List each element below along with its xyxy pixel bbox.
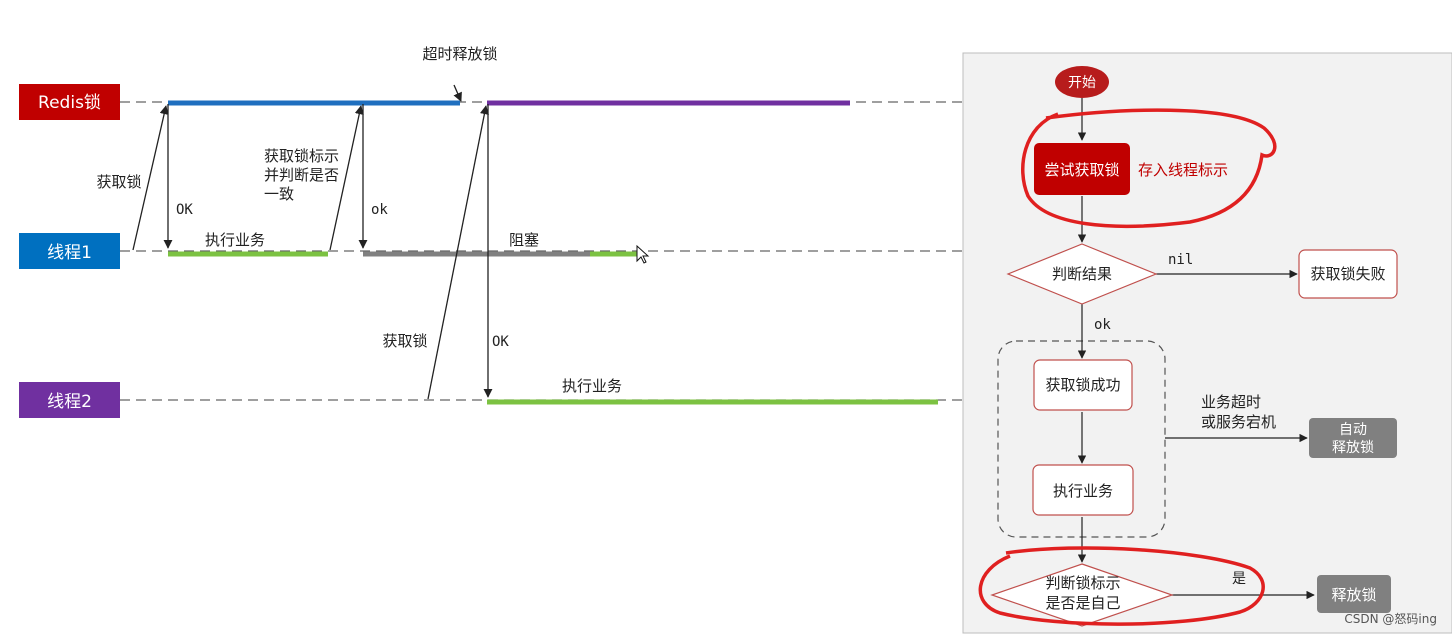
check-id-label-line1: 获取锁标示 — [264, 147, 339, 165]
lock-failed-node-label: 获取锁失败 — [1310, 265, 1385, 283]
redis-lane-label: Redis锁 — [38, 93, 101, 113]
lock-success-node-label: 获取锁成功 — [1045, 376, 1120, 394]
ok-label-3: OK — [492, 334, 509, 350]
timeline-section: Redis锁 线程1 线程2 超时释放锁 获取锁 OK 获取锁标示 并判断是否 … — [19, 45, 962, 418]
yes-label: 是 — [1232, 571, 1246, 587]
auto-release-label-line1: 自动 — [1339, 422, 1367, 438]
release-lock-node-label: 释放锁 — [1331, 586, 1376, 604]
exec-business-label-1: 执行业务 — [205, 231, 265, 249]
timeout-release-arrow — [453, 84, 462, 102]
timeout-release-label: 超时释放锁 — [422, 45, 497, 63]
store-thread-id-label: 存入线程标示 — [1138, 161, 1228, 179]
timeout-label-line1: 业务超时 — [1201, 393, 1261, 411]
exec-business-node-label: 执行业务 — [1053, 482, 1113, 500]
lock-timeline-diagram: Redis锁 线程1 线程2 超时释放锁 获取锁 OK 获取锁标示 并判断是否 … — [0, 0, 1452, 635]
thread2-lane-label: 线程2 — [47, 392, 92, 412]
start-node-label: 开始 — [1068, 75, 1096, 91]
thread1-lane-label: 线程1 — [47, 243, 92, 263]
flowchart-panel — [962, 52, 1452, 634]
flowchart-section: 开始 尝试获取锁 存入线程标示 判断结果 nil ok 获取锁失败 获取锁成功 … — [962, 52, 1452, 634]
auto-release-label-line2: 释放锁 — [1332, 440, 1374, 456]
diagram-canvas: Redis锁 线程1 线程2 超时释放锁 获取锁 OK 获取锁标示 并判断是否 … — [19, 45, 1452, 634]
ok-label-1: OK — [176, 202, 193, 218]
blocked-label: 阻塞 — [509, 231, 539, 249]
nil-label: nil — [1168, 252, 1193, 268]
exec-business-label-2: 执行业务 — [562, 377, 622, 395]
acquire-lock-label-1: 获取锁 — [96, 173, 141, 191]
watermark-text: CSDN @怒码ing — [1344, 611, 1437, 626]
check-id-label-line3: 一致 — [264, 185, 294, 203]
acquire-lock-label-2: 获取锁 — [382, 332, 427, 350]
mouse-cursor-icon — [636, 244, 650, 264]
judge-result-node-label: 判断结果 — [1052, 265, 1112, 283]
check-owner-label-line2: 是否是自己 — [1045, 594, 1120, 612]
ok-branch-label: ok — [1094, 317, 1111, 333]
try-lock-node-label: 尝试获取锁 — [1044, 161, 1119, 179]
timeout-label-line2: 或服务宕机 — [1201, 413, 1276, 431]
ok-label-2: ok — [371, 202, 388, 218]
check-owner-label-line1: 判断锁标示 — [1045, 574, 1120, 592]
check-id-label-line2: 并判断是否 — [264, 166, 339, 184]
